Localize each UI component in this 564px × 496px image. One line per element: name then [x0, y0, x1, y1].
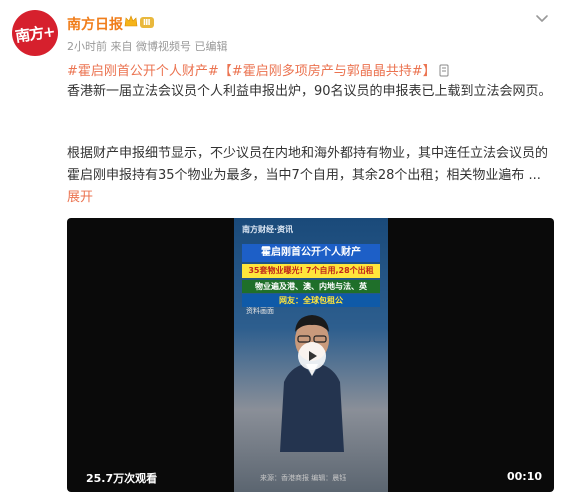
avatar[interactable]: 南方+ [12, 10, 58, 56]
frame-line-1: 物业遍及港、澳、内地与法、英 [242, 280, 380, 293]
person-silhouette [280, 315, 344, 452]
frame-title: 霍启刚首公开个人财产 [242, 244, 380, 262]
expand-link[interactable]: 展开 [67, 190, 93, 205]
verified-crown-icon [124, 15, 138, 27]
quote-icon [439, 64, 449, 77]
post-paragraph-2-text: 根据财产申报细节显示，不少议员在内地和海外都持有物业，其中连任立法会议员的霍启刚… [67, 146, 549, 183]
hashtag-link[interactable]: #霍启刚首公开个人财产# [67, 64, 219, 79]
post-paragraph-1: 香港新一届立法会议员个人利益申报出炉，90名议员的申报表已上载到立法会网页。 [67, 84, 552, 99]
ellipsis: ... [528, 168, 541, 183]
author-name[interactable]: 南方日报 [67, 14, 123, 34]
post-meta: 2小时前 来自 微博视频号 已编辑 [67, 40, 228, 53]
hashtag-link[interactable]: 【#霍启刚多项房产与郭晶晶共持#】 [219, 64, 436, 79]
play-button[interactable] [298, 342, 326, 370]
frame-caption: 资料画面 [246, 307, 274, 315]
frame-logo: 南方财经·资讯 [242, 225, 294, 234]
frame-subtitle: 35套物业曝光! 7个自用,28个出租 [242, 264, 380, 278]
video-duration: 00:10 [506, 470, 542, 483]
view-count: 25.7万次观看 [86, 472, 158, 485]
avatar-logo-text: 南方+ [14, 21, 56, 46]
chevron-down-icon[interactable] [534, 10, 550, 26]
video-player[interactable]: 南方财经·资讯 霍启刚首公开个人财产 35套物业曝光! 7个自用,28个出租 物… [67, 218, 554, 492]
post-paragraph-2: 根据财产申报细节显示，不少议员在内地和海外都持有物业，其中连任立法会议员的霍启刚… [67, 143, 552, 209]
play-icon [309, 351, 317, 361]
post-hashtags: #霍启刚首公开个人财产#【#霍启刚多项房产与郭晶晶共持#】 [67, 61, 552, 83]
frame-footer: 来源：香港商报 编辑：晨钰 [260, 474, 347, 482]
level-badge: Ⅲ [140, 17, 154, 28]
